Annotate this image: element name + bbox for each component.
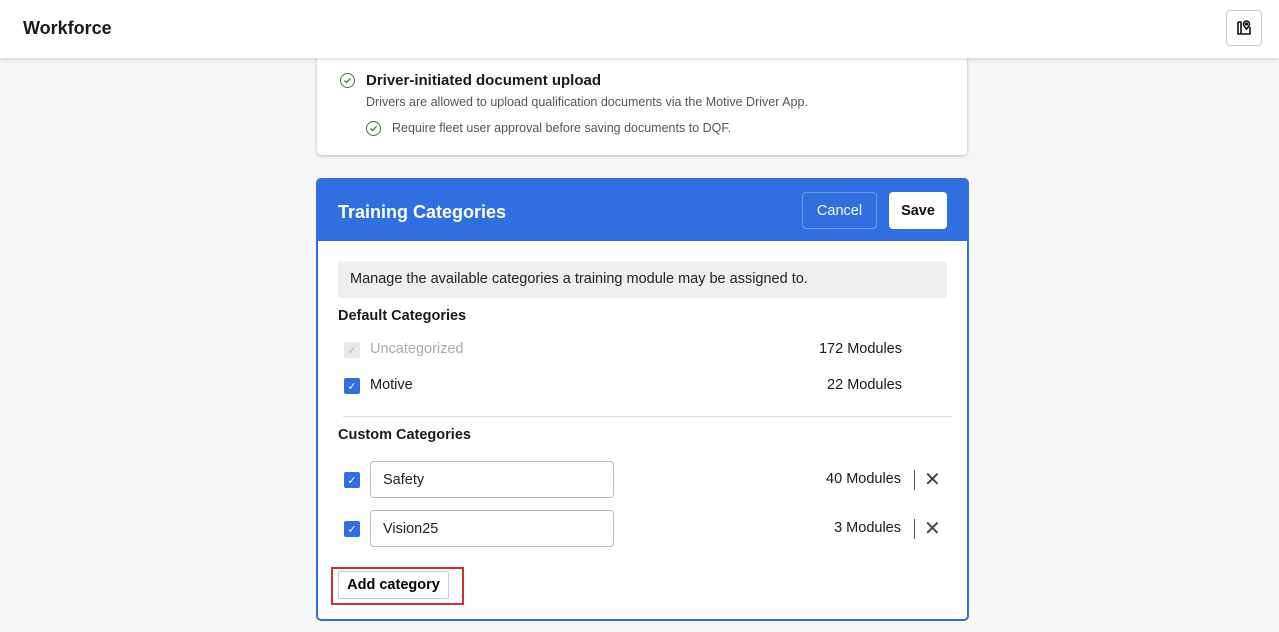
module-count: 3 Modules: [834, 520, 901, 536]
module-count: 22 Modules: [827, 377, 902, 393]
check-circle-icon: [366, 121, 381, 136]
upload-description: Drivers are allowed to upload qualificat…: [366, 95, 808, 109]
category-name: Uncategorized: [370, 341, 464, 357]
add-category-button[interactable]: Add category: [338, 571, 449, 599]
map-book-icon: [1237, 20, 1251, 35]
module-count: 40 Modules: [826, 471, 901, 487]
info-banner: Manage the available categories a traini…: [338, 261, 947, 298]
default-categories-heading: Default Categories: [338, 308, 467, 324]
separator: [914, 470, 915, 490]
category-name-input[interactable]: [370, 510, 614, 547]
cancel-button[interactable]: Cancel: [802, 192, 877, 229]
panel-title: Training Categories: [338, 202, 507, 222]
category-name-input[interactable]: [370, 461, 614, 498]
upload-title: Driver-initiated document upload: [366, 72, 602, 89]
module-count: 172 Modules: [818, 341, 902, 357]
save-button[interactable]: Save: [889, 192, 947, 229]
separator: [914, 519, 915, 539]
map-book-button[interactable]: [1226, 10, 1262, 46]
safety-checkbox[interactable]: ✓: [344, 472, 360, 488]
check-circle-icon: [340, 73, 355, 88]
category-name: Motive: [370, 377, 413, 393]
approval-option: Require fleet user approval before savin…: [392, 121, 732, 135]
delete-category-icon[interactable]: ✕: [924, 519, 941, 539]
document-upload-card: Driver-initiated document upload Drivers…: [317, 50, 967, 155]
divider: [343, 416, 952, 417]
panel-header: Training Categories Cancel Save: [318, 180, 967, 241]
app-title: Workforce: [23, 18, 112, 38]
delete-category-icon[interactable]: ✕: [924, 470, 941, 490]
custom-categories-heading: Custom Categories: [338, 427, 471, 443]
top-bar: Workforce: [0, 0, 1279, 58]
uncategorized-checkbox: ✓: [344, 342, 360, 358]
training-categories-panel: Training Categories Cancel Save Manage t…: [316, 178, 969, 621]
vision25-checkbox[interactable]: ✓: [344, 521, 360, 537]
motive-checkbox[interactable]: ✓: [344, 378, 360, 394]
